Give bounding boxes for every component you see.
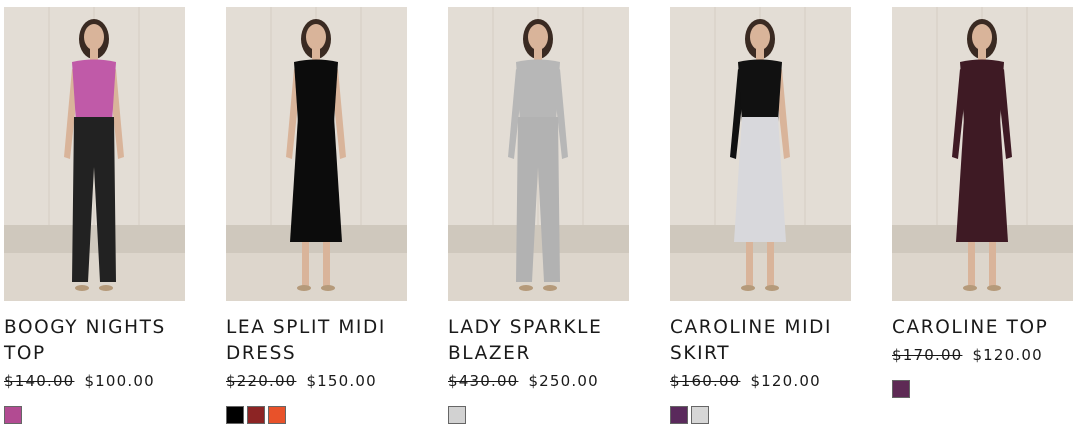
color-swatch-plum[interactable] [670,406,688,424]
product-prices: $430.00 $250.00 [448,371,629,391]
original-price: $430.00 [448,372,519,390]
product-card[interactable]: BOOGY NIGHTS TOP $140.00 $100.00 [4,7,185,424]
color-swatches [448,406,629,424]
color-swatches [892,380,1073,398]
sale-price: $120.00 [750,372,821,390]
sale-price: $100.00 [84,372,155,390]
color-swatch-black[interactable] [226,406,244,424]
original-price: $170.00 [892,346,963,364]
product-prices: $160.00 $120.00 [670,371,851,391]
color-swatches [226,406,407,424]
product-name[interactable]: BOOGY NIGHTS TOP [4,315,185,367]
color-swatch-plum[interactable] [892,380,910,398]
model-photo [4,7,185,301]
original-price: $140.00 [4,372,75,390]
model-photo [670,7,851,301]
product-card[interactable]: LEA SPLIT MIDI DRESS $220.00 $150.00 [226,7,407,424]
product-name[interactable]: CAROLINE MIDI SKIRT [670,315,851,367]
model-photo [448,7,629,301]
product-name[interactable]: CAROLINE TOP [892,315,1073,341]
color-swatch-silver[interactable] [691,406,709,424]
product-image[interactable] [448,7,629,301]
color-swatches [670,406,851,424]
color-swatch-burgundy[interactable] [247,406,265,424]
original-price: $220.00 [226,372,297,390]
product-prices: $170.00 $120.00 [892,345,1073,365]
product-image[interactable] [670,7,851,301]
color-swatch-silver[interactable] [448,406,466,424]
sale-price: $120.00 [972,346,1043,364]
color-swatch-orange[interactable] [268,406,286,424]
product-card[interactable]: LADY SPARKLE BLAZER $430.00 $250.00 [448,7,629,424]
color-swatches [4,406,185,424]
product-image[interactable] [4,7,185,301]
product-image[interactable] [226,7,407,301]
model-photo [226,7,407,301]
color-swatch-pink-sequin[interactable] [4,406,22,424]
product-prices: $140.00 $100.00 [4,371,185,391]
model-photo [892,7,1073,301]
sale-price: $150.00 [306,372,377,390]
product-grid: BOOGY NIGHTS TOP $140.00 $100.00 LEA SPLI… [0,0,1080,439]
product-name[interactable]: LEA SPLIT MIDI DRESS [226,315,407,367]
product-image[interactable] [892,7,1073,301]
product-prices: $220.00 $150.00 [226,371,407,391]
sale-price: $250.00 [528,372,599,390]
product-card[interactable]: CAROLINE MIDI SKIRT $160.00 $120.00 [670,7,851,424]
product-name[interactable]: LADY SPARKLE BLAZER [448,315,629,367]
original-price: $160.00 [670,372,741,390]
product-card[interactable]: CAROLINE TOP $170.00 $120.00 [892,7,1073,398]
